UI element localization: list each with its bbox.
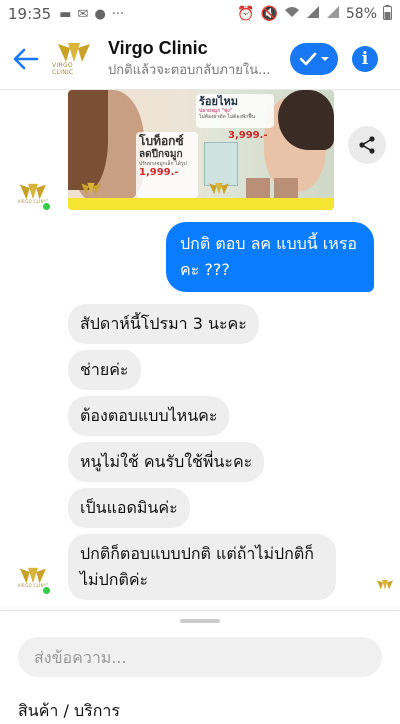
- incoming-message[interactable]: ช่ายค่ะ: [68, 350, 141, 390]
- promo-right-note: ไม่ต้องผ่าตัด ไม่ต้องพักฟื้น: [199, 114, 256, 120]
- incoming-message[interactable]: สัปดาห์นี้โปรมา 3 นะคะ: [68, 304, 259, 344]
- info-button[interactable]: i: [352, 45, 378, 72]
- promo-right-title: ร้อยไหม: [199, 95, 238, 108]
- banner-logo-icon-2: [209, 182, 229, 195]
- chat-header: VIRGO CLINIC Virgo Clinic ปกติแล้วจะตอบก…: [0, 28, 400, 90]
- signal-icon-2: [326, 6, 340, 22]
- wifi-icon: [284, 6, 300, 22]
- header-text[interactable]: Virgo Clinic ปกติแล้วจะตอบกลับภายใน...: [108, 38, 290, 80]
- model-hair-left: [68, 90, 108, 190]
- promo-left-subtitle: ลดปีกจมูก: [139, 149, 183, 160]
- avatar[interactable]: VIRGO CLINIC: [16, 176, 52, 212]
- check-icon: [299, 52, 316, 65]
- info-icon: i: [361, 48, 369, 69]
- back-button[interactable]: [0, 28, 52, 90]
- seen-receipt-icon: [377, 580, 393, 590]
- alarm-icon: ⏰: [237, 6, 255, 22]
- no-sound-icon: 🔇: [260, 6, 278, 22]
- message-input[interactable]: [18, 637, 382, 677]
- clinic-logo[interactable]: VIRGO CLINIC: [52, 37, 96, 81]
- status-time: 19:35: [8, 5, 52, 23]
- promo-right-price: 3,999.-: [228, 130, 268, 141]
- promo-image[interactable]: ร้อยไหม ปลายจมูก "พุ่ง" ไม่ต้องผ่าตัด ไม…: [68, 90, 334, 210]
- promo-left-title: โบท็อกซ์: [139, 134, 184, 148]
- arrow-left-icon: [13, 48, 39, 69]
- more-dots: ···: [111, 6, 125, 22]
- caret-down-icon: [320, 56, 329, 61]
- virgo-logo-icon: [58, 42, 90, 62]
- contact-name: Virgo Clinic: [108, 37, 208, 58]
- promo-right-box: ร้อยไหม ปลายจมูก "พุ่ง" ไม่ต้องผ่าตัด ไม…: [196, 94, 274, 128]
- banner-yellow-strip: [68, 198, 334, 210]
- incoming-message[interactable]: หนูไม่ใช้ คนรับใช้พี่นะคะ: [68, 442, 265, 482]
- products-services-label[interactable]: สินค้า / บริการ: [18, 699, 120, 724]
- incoming-message[interactable]: ต้องตอบแบบไหนคะ: [68, 396, 230, 436]
- before-photo: [246, 178, 270, 198]
- status-right: ⏰ 🔇 58%: [237, 4, 392, 24]
- outgoing-message[interactable]: ปกติ ตอบ ลค แบบนี้ เหรอคะ ???: [166, 222, 374, 292]
- response-time: ปกติแล้วจะตอบกลับภายใน...: [108, 62, 271, 78]
- promo-left-box: โบท็อกซ์ ลดปีกจมูก ปรับทรงจมูกเล็ก ได้รู…: [136, 132, 198, 198]
- share-icon: [359, 136, 375, 154]
- incoming-message[interactable]: เป็นแอดมินค่ะ: [68, 488, 190, 528]
- after-photo: [274, 178, 298, 198]
- battery-icon: [383, 4, 392, 24]
- composer-panel: สินค้า / บริการ: [0, 610, 400, 720]
- drag-handle[interactable]: [180, 619, 220, 623]
- battery-level: 58%: [345, 6, 377, 22]
- signal-icon: [306, 6, 320, 22]
- share-button[interactable]: [348, 126, 386, 164]
- message-icon: ▬: [59, 6, 72, 22]
- chat-area[interactable]: ร้อยไหม ปลายจมูก "พุ่ง" ไม่ต้องผ่าตัด ไม…: [0, 90, 400, 610]
- status-bar: 19:35 ▬ ✉ ● ··· ⏰ 🔇 58%: [0, 0, 400, 28]
- online-indicator: [41, 201, 52, 212]
- banner-logo-icon: [81, 182, 101, 195]
- avatar[interactable]: VIRGO CLINIC: [16, 560, 52, 596]
- online-indicator: [41, 585, 52, 596]
- mail-icon: ✉: [77, 6, 89, 22]
- product-box-image: [204, 142, 238, 186]
- line-icon: ●: [94, 6, 106, 22]
- incoming-message[interactable]: ปกติก็ตอบแบบปกติ แต่ถ้าไม่ปกติก็ไม่ปกติค…: [68, 534, 336, 600]
- promo-left-price: 1,999.-: [139, 167, 179, 178]
- confirm-dropdown-button[interactable]: [290, 42, 338, 75]
- logo-text: VIRGO CLINIC: [52, 61, 74, 76]
